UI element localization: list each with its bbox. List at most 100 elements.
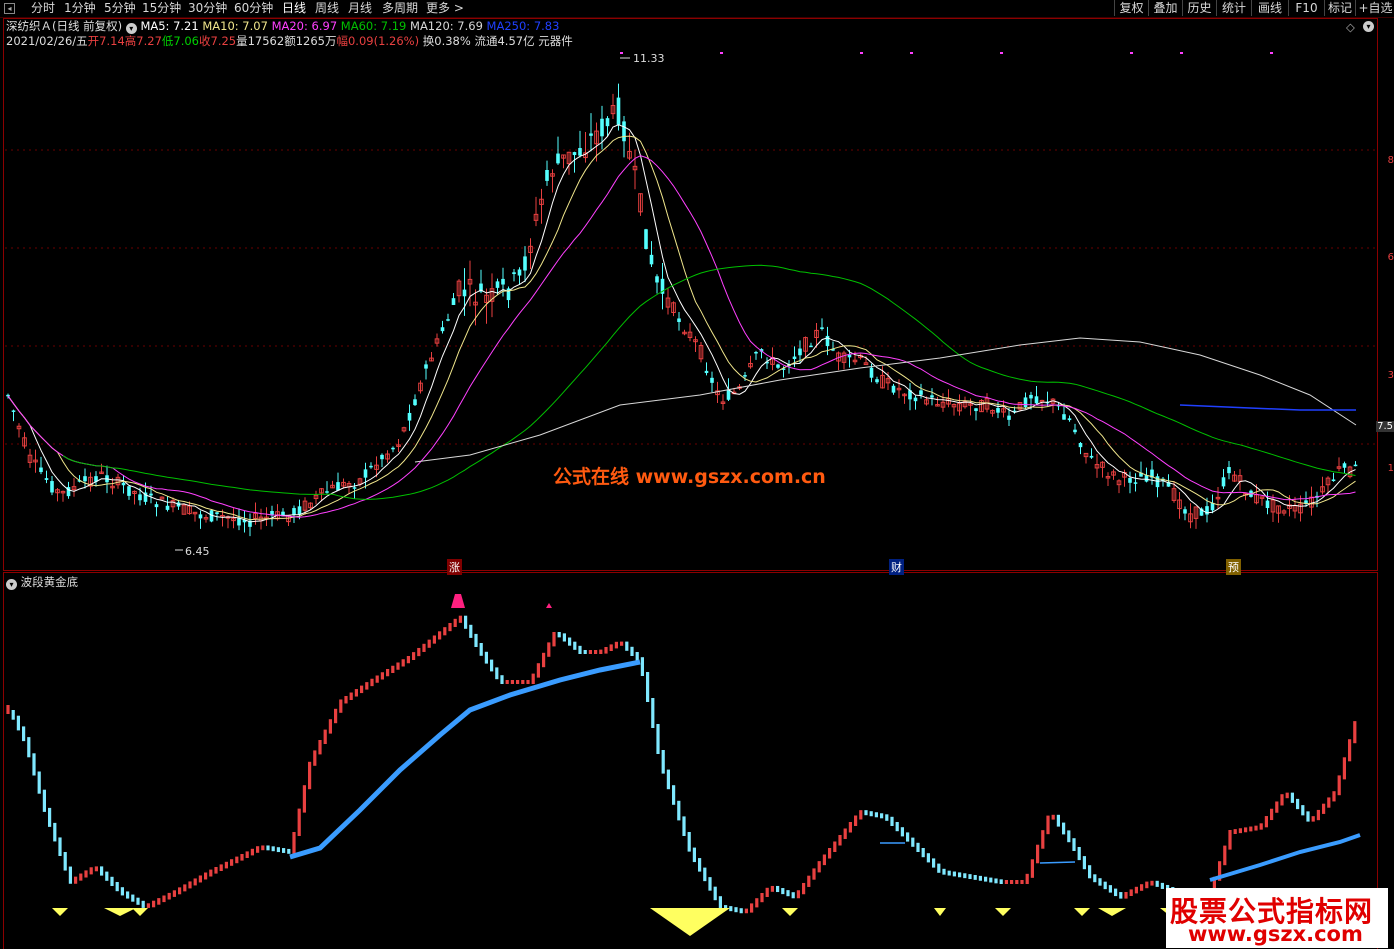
oscillator-bar bbox=[198, 875, 202, 883]
candle-body bbox=[11, 410, 16, 412]
oscillator-bar bbox=[1114, 888, 1118, 897]
oscillator-bar bbox=[1010, 880, 1014, 884]
oscillator-bar bbox=[162, 895, 166, 903]
candle-body bbox=[974, 408, 978, 412]
oscillator-bar bbox=[843, 828, 847, 839]
oscillator-bar bbox=[516, 680, 520, 684]
oscillator-bar bbox=[146, 903, 150, 908]
oscillator-bar bbox=[1280, 794, 1284, 806]
oscillator-bar bbox=[578, 645, 582, 654]
oscillator-bar bbox=[1275, 801, 1279, 813]
candle-body bbox=[495, 281, 500, 288]
oscillator-bar bbox=[916, 842, 920, 852]
marker-dot bbox=[860, 52, 863, 54]
oscillator-bar bbox=[1056, 814, 1060, 827]
candle-body bbox=[1221, 477, 1226, 487]
candle-body bbox=[776, 364, 780, 368]
oscillator-bar bbox=[380, 672, 384, 680]
oscillator-bar bbox=[1311, 816, 1315, 822]
oscillator-bar bbox=[22, 726, 26, 742]
oscillator-bar bbox=[895, 822, 899, 832]
oscillator-bar bbox=[932, 858, 936, 868]
bottom-marker bbox=[650, 908, 730, 936]
candle-body bbox=[616, 97, 621, 125]
oscillator-bar bbox=[770, 885, 774, 892]
oscillator-bar bbox=[490, 659, 494, 672]
bottom-marker bbox=[1074, 908, 1090, 916]
oscillator-bar bbox=[89, 867, 93, 875]
oscillator-bar bbox=[308, 761, 312, 790]
oscillator-bar bbox=[100, 866, 104, 876]
marker-dot bbox=[1270, 52, 1273, 54]
candle-body bbox=[165, 505, 170, 510]
oscillator-bar bbox=[869, 811, 873, 817]
oscillator-bar bbox=[63, 852, 67, 871]
oscillator-bar bbox=[32, 753, 36, 776]
oscillator-bar bbox=[438, 631, 442, 640]
oscillator-bar bbox=[880, 813, 884, 819]
oscillator-bar bbox=[978, 875, 982, 881]
candle-body bbox=[50, 481, 54, 493]
oscillator-bar bbox=[614, 641, 618, 649]
oscillator-bar bbox=[557, 632, 561, 638]
oscillator-bar bbox=[911, 837, 915, 847]
oscillator-bar bbox=[1046, 815, 1050, 835]
oscillator-bar bbox=[68, 866, 72, 884]
candle-body bbox=[451, 298, 456, 305]
oscillator-bar bbox=[256, 846, 260, 853]
candle-body bbox=[1062, 414, 1066, 420]
oscillator-bar bbox=[1160, 882, 1164, 889]
oscillator-bar bbox=[443, 627, 447, 636]
oscillator-bar bbox=[989, 877, 993, 883]
candle-body bbox=[1078, 443, 1083, 448]
oscillator-bar bbox=[1254, 825, 1258, 831]
oscillator-bar bbox=[885, 814, 889, 821]
oscillator-bar bbox=[838, 835, 842, 846]
oscillator-bar bbox=[521, 680, 525, 684]
oscillator-bar bbox=[1140, 884, 1144, 891]
oscillator-bar bbox=[1249, 826, 1253, 832]
candle-body bbox=[121, 482, 126, 486]
candle-body bbox=[336, 482, 340, 491]
oscillator-bar bbox=[926, 853, 930, 863]
candle-body bbox=[649, 254, 654, 265]
oscillator-bar bbox=[1134, 886, 1138, 894]
oscillator-bar bbox=[718, 896, 722, 910]
oscillator-bar bbox=[542, 652, 546, 668]
oscillator-bar bbox=[417, 647, 421, 657]
oscillator-bar bbox=[474, 633, 478, 647]
oscillator-bar bbox=[500, 675, 504, 684]
oscillator-bar bbox=[448, 623, 452, 632]
oscillator-bar bbox=[464, 615, 468, 629]
oscillator-bar bbox=[1119, 892, 1123, 899]
oscillator-bar bbox=[1129, 889, 1133, 896]
site-logo: 股票公式指标网 www.gszx.com bbox=[1166, 888, 1388, 948]
oscillator-bar bbox=[323, 729, 327, 744]
bottom-marker bbox=[132, 908, 148, 916]
candle-body bbox=[1265, 500, 1270, 509]
oscillator-bar bbox=[1041, 830, 1045, 849]
oscillator-bar bbox=[786, 890, 790, 897]
oscillator-bar bbox=[422, 643, 426, 652]
oscillator-bar bbox=[188, 881, 192, 889]
oscillator-bar bbox=[1353, 721, 1357, 744]
candle-body bbox=[237, 518, 241, 526]
oscillator-bar bbox=[302, 785, 306, 813]
oscillator-bar bbox=[848, 822, 852, 833]
oscillator-bar bbox=[713, 886, 717, 901]
candle-body bbox=[424, 364, 428, 369]
oscillator-bar bbox=[906, 832, 910, 842]
candle-body bbox=[501, 278, 505, 285]
candle-body bbox=[847, 354, 852, 358]
candle-body bbox=[413, 399, 417, 406]
oscillator-bar bbox=[822, 854, 826, 866]
oscillator-bar bbox=[625, 641, 629, 651]
candle-body bbox=[1342, 463, 1347, 468]
oscillator-bar bbox=[313, 750, 317, 766]
oscillator-bar bbox=[547, 642, 551, 657]
oscillator-bar bbox=[776, 885, 780, 893]
oscillator-bar bbox=[682, 816, 686, 836]
oscillator-bar bbox=[84, 870, 88, 878]
candle-body bbox=[809, 345, 813, 348]
oscillator-bar bbox=[432, 635, 436, 644]
